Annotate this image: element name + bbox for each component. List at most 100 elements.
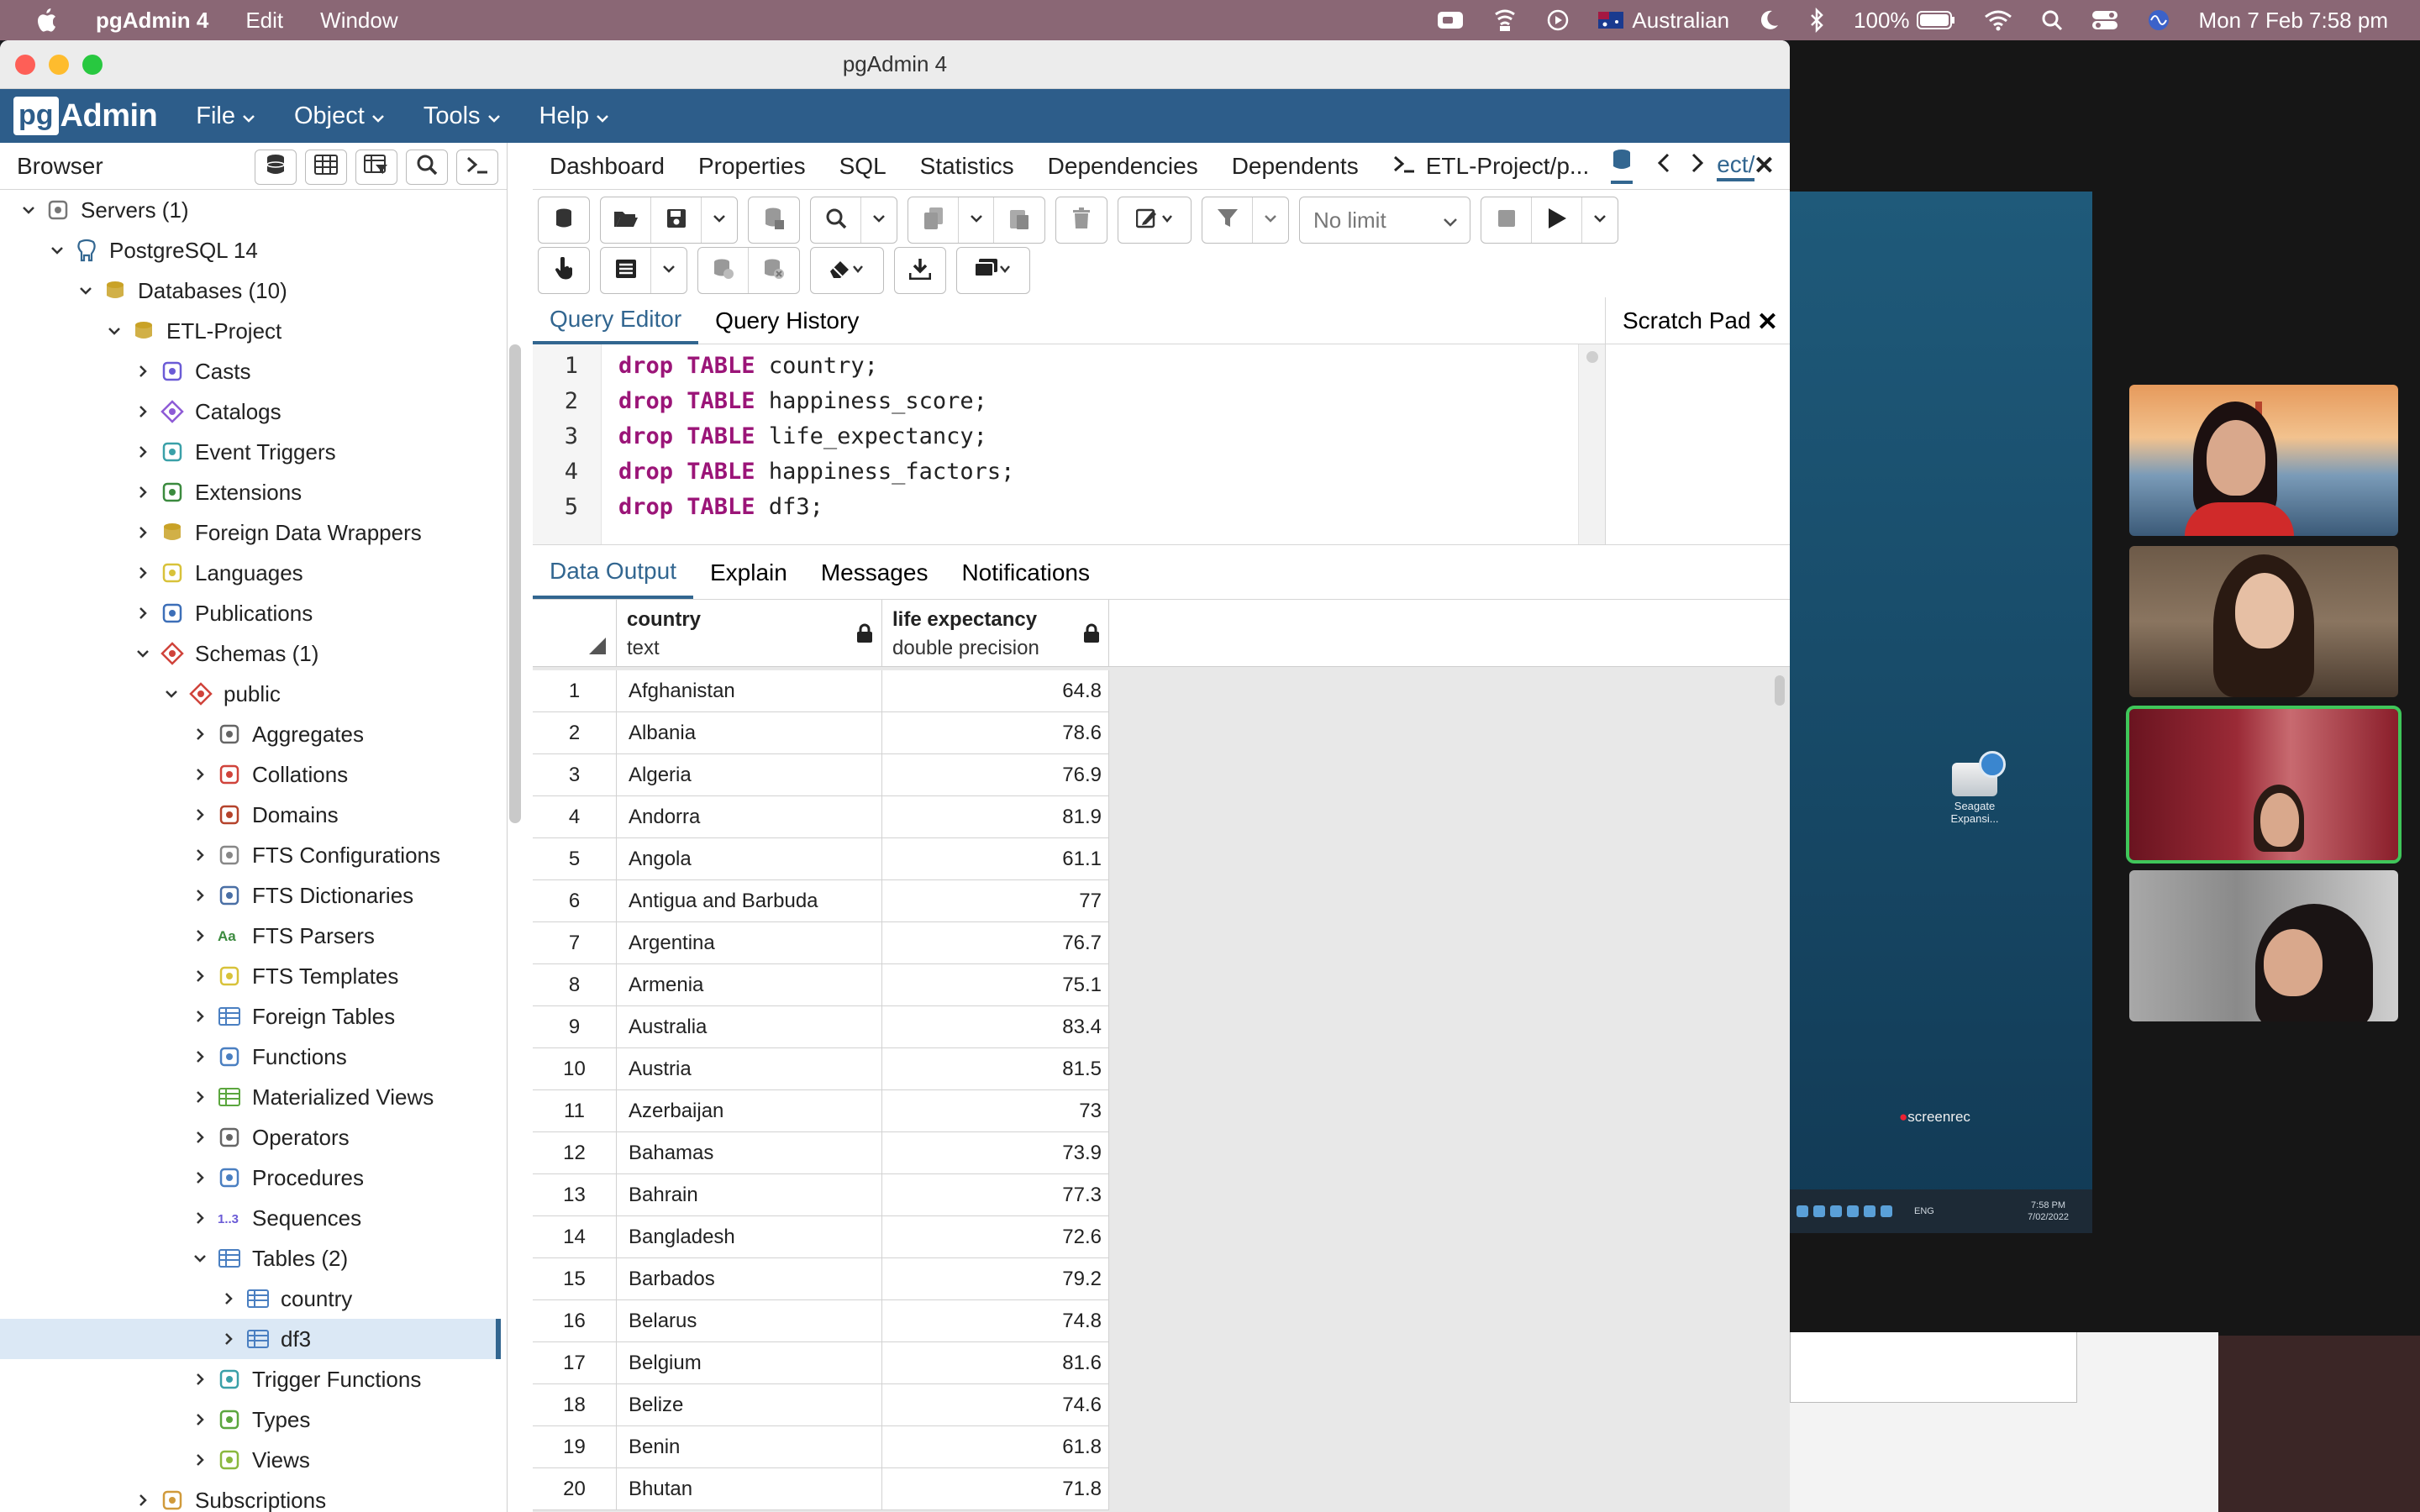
tree-item[interactable]: Casts <box>0 351 501 391</box>
menu-file[interactable]: File <box>196 102 255 130</box>
tree-item[interactable]: Foreign Tables <box>0 996 501 1037</box>
cell-life-expectancy[interactable]: 83.4 <box>882 1006 1109 1048</box>
tab-scroll-left-icon[interactable] <box>1656 152 1671 180</box>
execute-options-dropdown[interactable] <box>1582 197 1618 243</box>
menubar-clock[interactable]: Mon 7 Feb 7:58 pm <box>2199 8 2388 34</box>
tree-item[interactable]: Publications <box>0 593 501 633</box>
search-objects-button[interactable] <box>406 150 448 185</box>
psql-tool-button[interactable] <box>456 150 498 185</box>
tab-sql[interactable]: SQL <box>839 153 886 180</box>
tree-item[interactable]: Procedures <box>0 1158 501 1198</box>
explain-options-dropdown[interactable] <box>651 248 687 293</box>
table-row[interactable]: 20 Bhutan 71.8 <box>533 1468 1109 1510</box>
cell-life-expectancy[interactable]: 81.5 <box>882 1048 1109 1090</box>
cell-country[interactable]: Australia <box>617 1006 882 1048</box>
tree-item[interactable]: Extensions <box>0 472 501 512</box>
chevron-right-icon[interactable] <box>134 403 151 420</box>
tab-data-output[interactable]: Data Output <box>533 547 693 599</box>
save-options-dropdown[interactable] <box>702 197 737 243</box>
chevron-right-icon[interactable] <box>192 1089 208 1105</box>
chevron-right-icon[interactable] <box>192 927 208 944</box>
participant-video-tile[interactable] <box>2129 546 2398 697</box>
download-csv-button[interactable] <box>895 248 945 293</box>
row-number[interactable]: 11 <box>533 1090 617 1132</box>
cell-country[interactable]: Andorra <box>617 796 882 838</box>
cell-life-expectancy[interactable]: 74.8 <box>882 1300 1109 1342</box>
chevron-right-icon[interactable] <box>192 1371 208 1388</box>
row-number[interactable]: 7 <box>533 922 617 964</box>
connection-button[interactable] <box>539 197 589 243</box>
chevron-right-icon[interactable] <box>192 726 208 743</box>
commit-button[interactable] <box>698 248 749 293</box>
tree-item[interactable]: Foreign Data Wrappers <box>0 512 501 553</box>
explain-button[interactable] <box>539 248 589 293</box>
chevron-right-icon[interactable] <box>192 1048 208 1065</box>
table-row[interactable]: 5 Angola 61.1 <box>533 838 1109 880</box>
desktop-drive-icon[interactable]: Seagate Expansi... <box>1941 751 2008 825</box>
close-scratch-pad-icon[interactable]: ✕ <box>1757 307 1778 337</box>
code-line[interactable]: 5 drop TABLE df3; <box>533 489 823 524</box>
cell-life-expectancy[interactable]: 64.8 <box>882 670 1109 712</box>
taskbar-app-icon[interactable] <box>1797 1205 1808 1217</box>
tab-dashboard[interactable]: Dashboard <box>550 153 665 180</box>
chevron-down-icon[interactable] <box>192 1250 208 1267</box>
macros-button[interactable] <box>957 248 1029 293</box>
row-number[interactable]: 12 <box>533 1132 617 1174</box>
cell-life-expectancy[interactable]: 75.1 <box>882 964 1109 1006</box>
tab-explain[interactable]: Explain <box>693 547 804 599</box>
rollback-button[interactable] <box>749 248 799 293</box>
tree-item[interactable]: Trigger Functions <box>0 1359 501 1399</box>
tree-item[interactable]: country <box>0 1278 501 1319</box>
chevron-right-icon[interactable] <box>220 1290 237 1307</box>
filter-options-dropdown[interactable] <box>1253 197 1288 243</box>
close-window-button[interactable] <box>15 55 35 75</box>
cell-country[interactable]: Belize <box>617 1384 882 1426</box>
chevron-down-icon[interactable] <box>163 685 180 702</box>
cell-life-expectancy[interactable]: 81.6 <box>882 1342 1109 1384</box>
row-number[interactable]: 8 <box>533 964 617 1006</box>
chevron-right-icon[interactable] <box>134 605 151 622</box>
tab-scroll-right-icon[interactable] <box>1690 152 1705 180</box>
row-number[interactable]: 14 <box>533 1216 617 1258</box>
cell-country[interactable]: Bhutan <box>617 1468 882 1510</box>
row-limit-select[interactable]: No limit <box>1299 197 1470 244</box>
tab-notifications[interactable]: Notifications <box>944 547 1107 599</box>
row-number[interactable]: 10 <box>533 1048 617 1090</box>
table-row[interactable]: 17 Belgium 81.6 <box>533 1342 1109 1384</box>
row-number[interactable]: 2 <box>533 712 617 754</box>
table-row[interactable]: 14 Bangladesh 72.6 <box>533 1216 1109 1258</box>
chevron-down-icon[interactable] <box>49 242 66 259</box>
moon-icon[interactable] <box>1758 8 1780 32</box>
table-row[interactable]: 8 Armenia 75.1 <box>533 964 1109 1006</box>
tree-item[interactable]: Functions <box>0 1037 501 1077</box>
tree-item[interactable]: Subscriptions <box>0 1480 501 1512</box>
table-row[interactable]: 1 Afghanistan 64.8 <box>533 670 1109 712</box>
tree-scrollbar[interactable] <box>509 344 521 823</box>
table-row[interactable]: 12 Bahamas 73.9 <box>533 1132 1109 1174</box>
siri-icon[interactable] <box>2147 8 2170 32</box>
play-circle-icon[interactable] <box>1546 8 1570 32</box>
chevron-right-icon[interactable] <box>192 847 208 864</box>
row-number[interactable]: 20 <box>533 1468 617 1510</box>
chevron-right-icon[interactable] <box>134 564 151 581</box>
sql-editor[interactable]: 1 drop TABLE country; 2 drop TABLE happines… <box>533 344 1578 544</box>
chevron-right-icon[interactable] <box>192 1008 208 1025</box>
editor-scrollbar[interactable] <box>1578 344 1605 544</box>
cell-country[interactable]: Armenia <box>617 964 882 1006</box>
cell-country[interactable]: Belarus <box>617 1300 882 1342</box>
table-row[interactable]: 11 Azerbaijan 73 <box>533 1090 1109 1132</box>
cell-country[interactable]: Angola <box>617 838 882 880</box>
row-number[interactable]: 5 <box>533 838 617 880</box>
screen-recorder-icon[interactable] <box>1492 8 1518 33</box>
table-row[interactable]: 10 Austria 81.5 <box>533 1048 1109 1090</box>
participant-video-tile[interactable] <box>2129 870 2398 1021</box>
chevron-right-icon[interactable] <box>134 444 151 460</box>
cell-country[interactable]: Austria <box>617 1048 882 1090</box>
apple-menu-icon[interactable] <box>34 6 59 34</box>
table-row[interactable]: 19 Benin 61.8 <box>533 1426 1109 1468</box>
participant-video-tile[interactable] <box>2129 385 2398 536</box>
cell-life-expectancy[interactable]: 76.9 <box>882 754 1109 796</box>
bluetooth-icon[interactable] <box>1808 8 1825 33</box>
column-header-life-expectancy[interactable]: life expectancy double precision <box>882 600 1109 667</box>
copy-button[interactable] <box>908 197 959 243</box>
